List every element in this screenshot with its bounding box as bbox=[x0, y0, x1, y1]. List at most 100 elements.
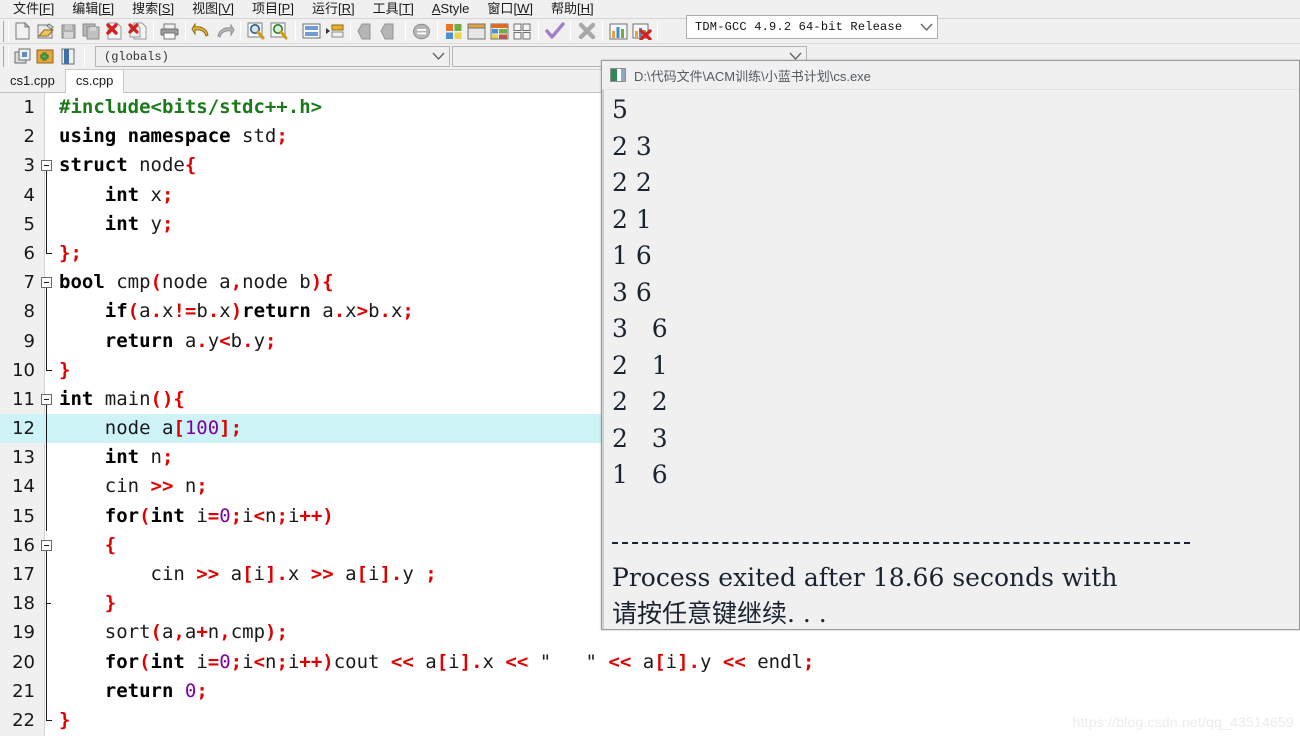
fold-column[interactable] bbox=[39, 647, 54, 677]
fold-column[interactable] bbox=[39, 531, 54, 561]
chevron-down-icon[interactable] bbox=[429, 47, 447, 67]
code-line[interactable]: 5 int y; bbox=[0, 209, 1300, 239]
code-token: return bbox=[104, 679, 174, 702]
fold-toggle-icon[interactable] bbox=[41, 160, 52, 172]
indent-icon[interactable] bbox=[323, 20, 346, 42]
redo-icon[interactable] bbox=[213, 20, 236, 42]
fold-toggle-icon[interactable] bbox=[41, 277, 52, 289]
fold-column[interactable] bbox=[39, 268, 54, 299]
class-browser-icon[interactable] bbox=[57, 46, 80, 68]
menu-accel: W bbox=[517, 1, 530, 16]
add-to-project-icon[interactable] bbox=[34, 46, 57, 68]
menu-item-8[interactable]: 窗口[W] bbox=[478, 0, 542, 18]
stop-execution-icon[interactable] bbox=[575, 20, 598, 42]
code-line[interactable]: 18 } bbox=[0, 589, 1300, 619]
code-line[interactable]: 21 return 0; bbox=[0, 676, 1300, 706]
code-line[interactable]: 3 struct node{ bbox=[0, 151, 1300, 182]
fold-toggle-icon[interactable] bbox=[41, 393, 52, 405]
fold-column[interactable] bbox=[39, 414, 54, 444]
fold-column[interactable] bbox=[39, 705, 54, 735]
code-line[interactable]: 10} bbox=[0, 355, 1300, 385]
compile-and-run-icon[interactable] bbox=[488, 20, 511, 42]
menu-item-7[interactable]: AStyle bbox=[423, 0, 479, 18]
fold-column[interactable] bbox=[39, 472, 54, 502]
code-token: n bbox=[173, 475, 197, 498]
line-number: 4 bbox=[23, 184, 35, 206]
open-file-icon[interactable] bbox=[34, 20, 57, 42]
code-line[interactable]: 16 { bbox=[0, 531, 1300, 561]
menu-item-5[interactable]: 运行[R] bbox=[303, 0, 364, 18]
syntax-check-icon[interactable] bbox=[543, 20, 566, 42]
code-line[interactable]: 11 int main(){ bbox=[0, 385, 1300, 415]
fold-column[interactable] bbox=[39, 676, 54, 706]
menu-item-3[interactable]: 视图[V] bbox=[183, 0, 243, 18]
fold-column[interactable] bbox=[39, 151, 54, 182]
code-line[interactable]: 2 using namespace std; bbox=[0, 122, 1300, 151]
undo-icon[interactable] bbox=[190, 20, 213, 42]
fold-column[interactable] bbox=[39, 355, 54, 385]
save-all-icon[interactable] bbox=[80, 20, 103, 42]
chevron-down-icon[interactable] bbox=[917, 17, 935, 37]
fold-column[interactable] bbox=[39, 385, 54, 415]
code-line[interactable]: 13 int n; bbox=[0, 443, 1300, 473]
fold-column[interactable] bbox=[39, 589, 54, 619]
code-line[interactable]: 12 node a[100]; bbox=[0, 414, 1300, 444]
project-manager-icon[interactable] bbox=[11, 46, 34, 68]
fold-column[interactable] bbox=[39, 443, 54, 473]
menu-item-4[interactable]: 项目[P] bbox=[243, 0, 303, 18]
editor-tab-0[interactable]: cs1.cpp bbox=[0, 68, 65, 92]
code-line[interactable]: 1 #include<bits/stdc++.h> bbox=[0, 93, 1300, 122]
editor-tab-1[interactable]: cs.cpp bbox=[64, 69, 125, 93]
code-line[interactable]: 4 int x; bbox=[0, 180, 1300, 210]
goto-line-icon[interactable] bbox=[300, 20, 323, 42]
code-line[interactable]: 19 sort(a,a+n,cmp); bbox=[0, 618, 1300, 648]
fold-column[interactable] bbox=[39, 93, 54, 122]
fold-column[interactable] bbox=[39, 209, 54, 239]
fold-column[interactable] bbox=[39, 122, 54, 151]
delete-profile-icon[interactable] bbox=[630, 20, 653, 42]
scope-selector-combo[interactable]: (globals) bbox=[95, 46, 450, 67]
code-line[interactable]: 6}; bbox=[0, 238, 1300, 268]
forward-icon[interactable] bbox=[378, 20, 401, 42]
menu-item-1[interactable]: 编辑[E] bbox=[63, 0, 123, 18]
new-file-icon[interactable] bbox=[11, 20, 34, 42]
fold-column[interactable] bbox=[39, 180, 54, 210]
code-line[interactable]: 15 for(int i=0;i<n;i++) bbox=[0, 501, 1300, 531]
code-line[interactable]: 8 if(a.x!=b.x)return a.x>b.x; bbox=[0, 297, 1300, 327]
code-line[interactable]: 20 for(int i=0;i<n;i++)cout << a[i].x <<… bbox=[0, 647, 1300, 677]
menu-item-9[interactable]: 帮助[H] bbox=[542, 0, 603, 18]
run-icon[interactable] bbox=[465, 20, 488, 42]
fold-toggle-icon[interactable] bbox=[41, 539, 52, 551]
code-line[interactable]: 17 cin >> a[i].x >> a[i].y ; bbox=[0, 560, 1300, 590]
menu-item-6[interactable]: 工具[T] bbox=[364, 0, 423, 18]
back-icon[interactable] bbox=[355, 20, 378, 42]
fold-column[interactable] bbox=[39, 238, 54, 268]
rebuild-all-icon[interactable] bbox=[511, 20, 534, 42]
menu-item-0[interactable]: 文件[F] bbox=[4, 0, 63, 18]
profile-icon[interactable] bbox=[607, 20, 630, 42]
toolbar-grip-2[interactable] bbox=[3, 46, 9, 67]
code-editor[interactable]: 1 #include<bits/stdc++.h> 2 using namespace… bbox=[0, 93, 1300, 736]
fold-column[interactable] bbox=[39, 297, 54, 327]
code-line[interactable]: 9 return a.y<b.y; bbox=[0, 326, 1300, 356]
save-file-icon[interactable] bbox=[57, 20, 80, 42]
code-line[interactable]: 7 bool cmp(node a,node b){ bbox=[0, 268, 1300, 299]
toolbar-grip[interactable] bbox=[3, 20, 9, 42]
close-all-icon[interactable] bbox=[126, 20, 149, 42]
print-icon[interactable] bbox=[158, 20, 181, 42]
compile-icon[interactable] bbox=[442, 20, 465, 42]
toggle-bookmark-icon[interactable] bbox=[410, 20, 433, 42]
replace-icon[interactable] bbox=[268, 20, 291, 42]
fold-column[interactable] bbox=[39, 618, 54, 648]
close-file-icon[interactable] bbox=[103, 20, 126, 42]
fold-column[interactable] bbox=[39, 326, 54, 356]
code-line[interactable]: 22} bbox=[0, 705, 1300, 735]
console-title-bar[interactable]: D:\代码文件\ACM训练\小蓝书计划\cs.exe bbox=[602, 61, 1299, 90]
find-icon[interactable] bbox=[245, 20, 268, 42]
compiler-set-combo[interactable]: TDM-GCC 4.9.2 64-bit Release bbox=[686, 15, 938, 39]
code-line[interactable]: 14 cin >> n; bbox=[0, 472, 1300, 502]
menu-item-2[interactable]: 搜索[S] bbox=[123, 0, 183, 18]
fold-column[interactable] bbox=[39, 560, 54, 590]
fold-column[interactable] bbox=[39, 501, 54, 531]
code-token: ; bbox=[196, 679, 208, 702]
